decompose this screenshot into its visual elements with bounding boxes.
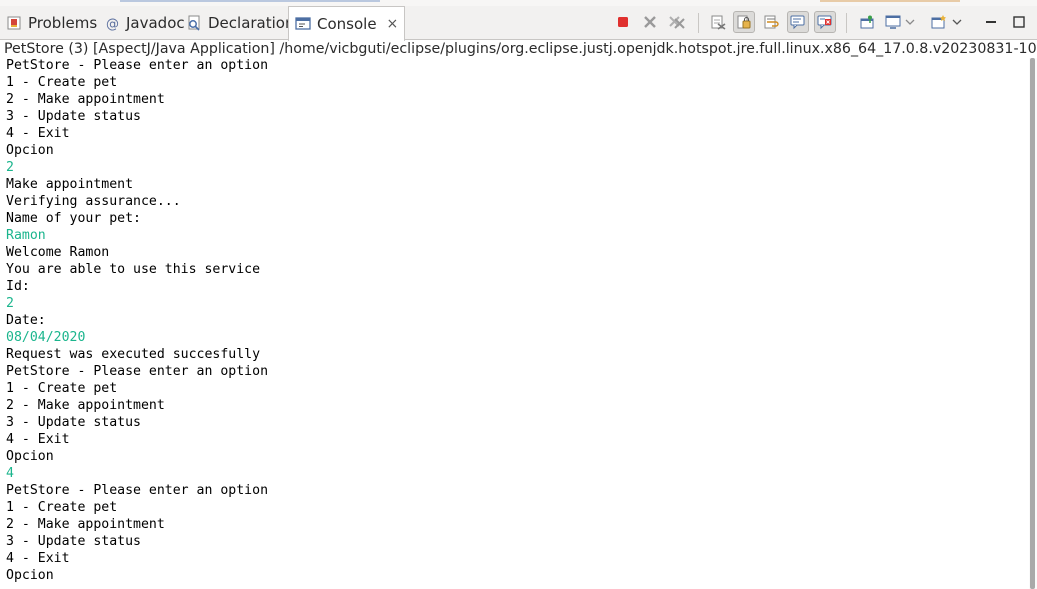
console-output-line: PetStore - Please enter an option [6, 483, 269, 498]
console-input-line: Ramon [6, 228, 46, 243]
console-output-line: 2 - Make appointment [6, 398, 165, 413]
tab-declaration[interactable]: Declaration [180, 6, 300, 40]
console-output-line: Verifying assurance... [6, 194, 181, 209]
console-output-line: Welcome Ramon [6, 245, 110, 260]
console-output-line: 4 - Exit [6, 432, 70, 447]
chevron-down-icon[interactable] [950, 11, 964, 33]
declaration-icon [186, 15, 202, 31]
open-console-icon[interactable] [928, 11, 950, 33]
pin-console-icon[interactable] [856, 11, 878, 33]
tab-console[interactable]: Console × [288, 6, 406, 41]
console-output-line: 1 - Create pet [6, 500, 118, 515]
console-output-line: 3 - Update status [6, 109, 141, 124]
scroll-lock-icon[interactable] [733, 11, 755, 33]
toolbar-separator [846, 13, 847, 33]
remove-all-terminated-icon[interactable] [666, 11, 688, 33]
console-output-line: 3 - Update status [6, 415, 141, 430]
console-output-line: Request was executed succesfully [6, 347, 261, 362]
console-process-path: PetStore (3) [AspectJ/Java Application] … [4, 41, 1037, 57]
console-output-line: Name of your pet: [6, 211, 141, 226]
console-output-line: Opcion [6, 449, 54, 464]
toolbar-separator [698, 13, 699, 33]
console-input-line: 2 [6, 296, 14, 311]
console-input-line: 4 [6, 466, 14, 481]
tab-label: Declaration [208, 14, 295, 32]
console-output-line: Id: [6, 279, 30, 294]
vertical-scrollbar[interactable] [1029, 58, 1037, 589]
tab-label: Problems [28, 14, 98, 32]
console-output-line: Opcion [6, 568, 54, 583]
console-output-line: 2 - Make appointment [6, 92, 165, 107]
console-output-line: 3 - Update status [6, 534, 141, 549]
word-wrap-icon[interactable] [760, 11, 782, 33]
show-on-stderr-icon[interactable] [814, 11, 836, 33]
problems-icon [6, 15, 22, 31]
console-toolbar [612, 11, 1037, 35]
console-output-line: Opcion [6, 143, 54, 158]
close-icon[interactable]: × [387, 16, 399, 32]
view-tab-bar: Problems @ Javadoc Declaration Console × [0, 0, 1037, 41]
console-output-line: 4 - Exit [6, 551, 70, 566]
chevron-down-icon[interactable] [903, 11, 917, 33]
display-console-icon[interactable] [882, 11, 904, 33]
console-output-line: 1 - Create pet [6, 75, 118, 90]
maximize-icon[interactable] [1008, 11, 1030, 33]
show-on-stdout-icon[interactable] [787, 11, 809, 33]
javadoc-icon: @ [104, 15, 120, 32]
console-output-line: 4 - Exit [6, 126, 70, 141]
minimize-icon[interactable] [980, 11, 1002, 33]
console-output[interactable]: PetStore - Please enter an option 1 - Cre… [6, 57, 1026, 589]
console-input-line: 08/04/2020 [6, 330, 86, 345]
console-output-line: Make appointment [6, 177, 134, 192]
terminate-icon[interactable] [612, 11, 634, 33]
console-output-line: You are able to use this service [6, 262, 261, 277]
console-input-line: 2 [6, 160, 14, 175]
console-output-line: PetStore - Please enter an option [6, 364, 269, 379]
console-output-line: 2 - Make appointment [6, 517, 165, 532]
remove-launch-icon[interactable] [639, 11, 661, 33]
console-output-line: PetStore - Please enter an option [6, 58, 269, 73]
clear-console-icon[interactable] [707, 11, 729, 33]
console-output-line: Date: [6, 313, 46, 328]
tab-label: Console [317, 15, 377, 33]
scrollbar-thumb[interactable] [1030, 58, 1035, 589]
console-icon [295, 16, 311, 32]
console-output-line: 1 - Create pet [6, 381, 118, 396]
tab-problems[interactable]: Problems [0, 6, 103, 40]
tab-javadoc[interactable]: @ Javadoc [98, 6, 191, 40]
svg-text:@: @ [106, 17, 119, 31]
tab-label: Javadoc [126, 14, 185, 32]
